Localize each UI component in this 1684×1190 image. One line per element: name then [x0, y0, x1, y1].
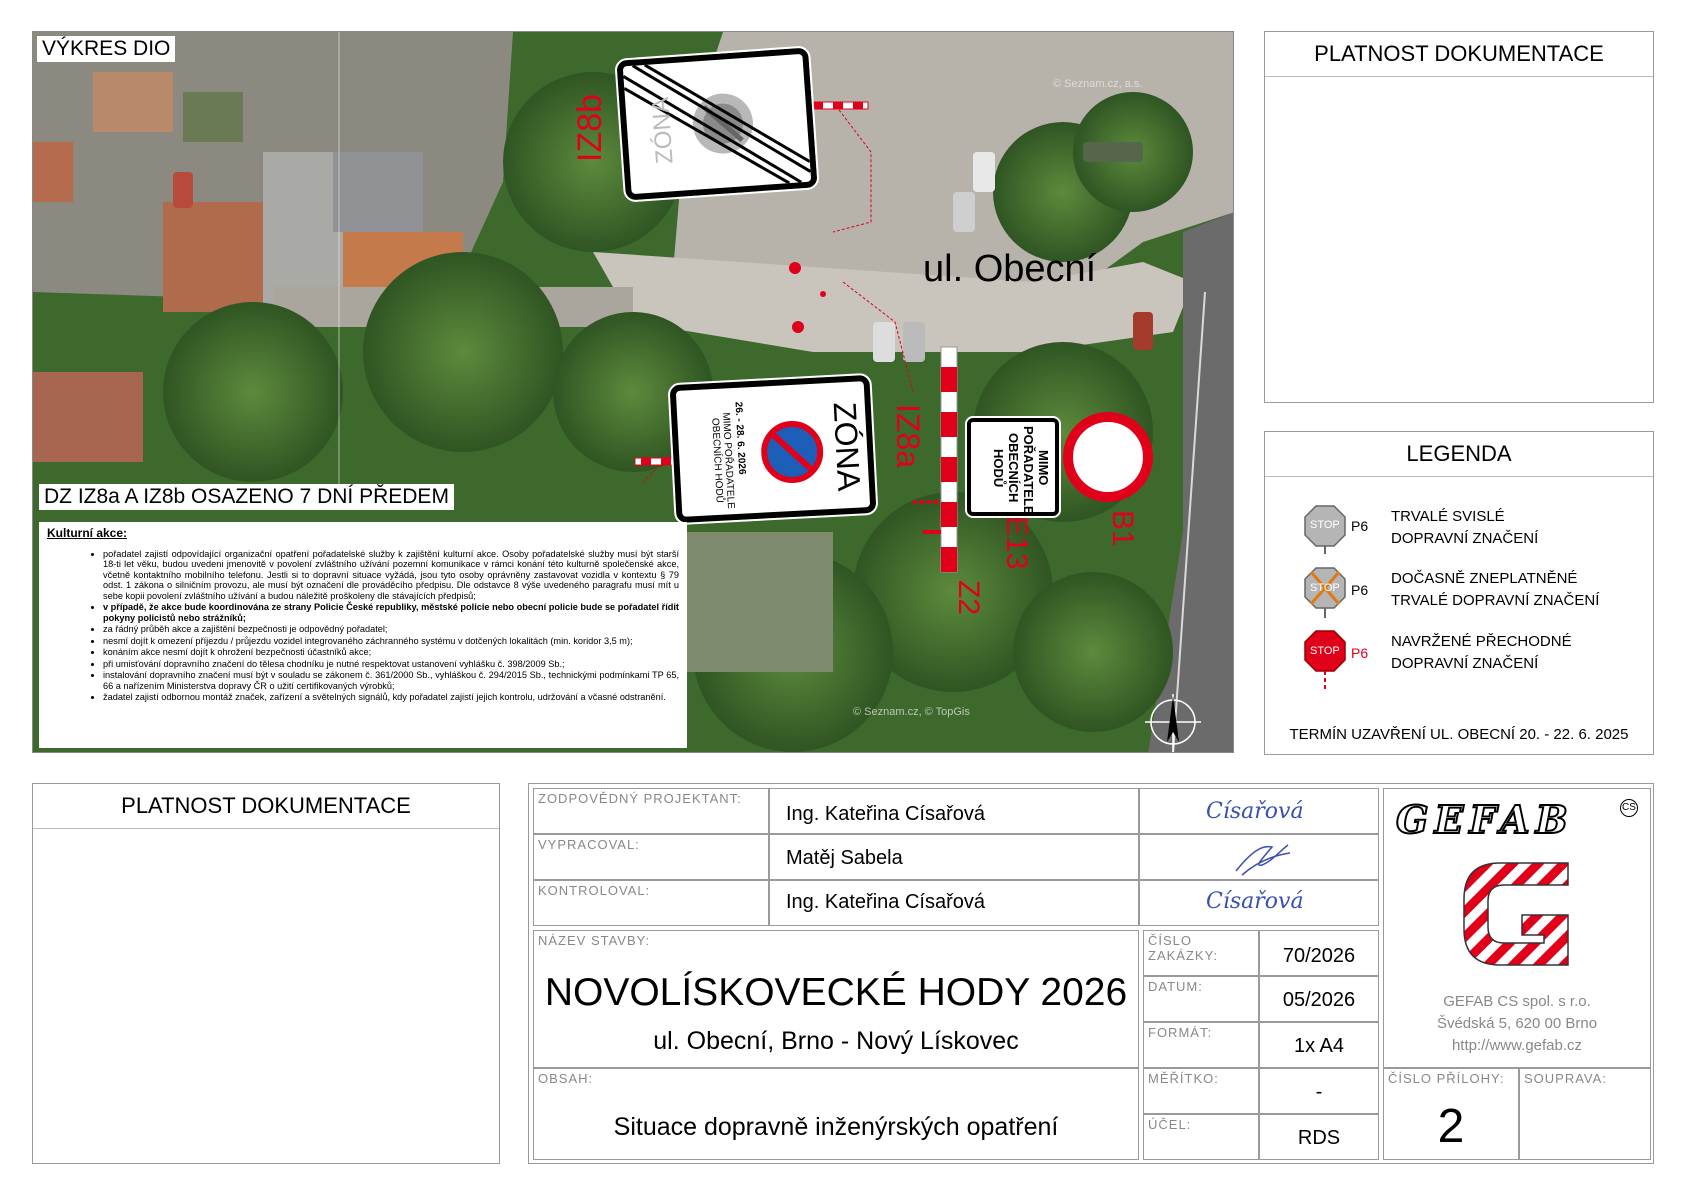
- sign-iz8a-word: ZÓNA: [826, 401, 868, 492]
- projektant-name-cell: Ing. Kateřina Císařová: [769, 788, 1139, 834]
- p6-label: P6: [1351, 645, 1369, 661]
- notes-item: instalování dopravního značení musí být …: [103, 670, 679, 691]
- datum: 05/2026: [1282, 989, 1356, 1011]
- company-logo-text: GEFAB: [1395, 796, 1574, 843]
- legend-title: LEGENDA: [1265, 432, 1653, 477]
- title-block: ZODPOVĚDNÝ PROJEKTANT: Ing. Kateřina Cís…: [528, 783, 1654, 1164]
- company-info: GEFAB CS spol. s r.o. Švédská 5, 620 00 …: [1384, 991, 1650, 1057]
- format-label-cell: FORMÁT:: [1143, 1022, 1259, 1068]
- stop-sign-red-icon: [1304, 630, 1346, 689]
- kontroloval-name: Ing. Kateřina Císařová: [786, 891, 985, 913]
- kontroloval-cell: KONTROLOVAL:: [533, 880, 769, 926]
- company-website[interactable]: http://www.gefab.cz: [1384, 1035, 1650, 1057]
- obsah-cell: OBSAH: Situace dopravně inženýrských opa…: [533, 1068, 1139, 1160]
- legend-item-permanent: TRVALÉ SVISLÉ DOPRAVNÍ ZNAČENÍ: [1391, 508, 1539, 547]
- gefab-logo-icon: [1463, 862, 1569, 966]
- format: 1x A4: [1293, 1035, 1345, 1057]
- situation-map: © Seznam.cz, a.s. © Seznam.cz, © TopGis …: [32, 31, 1234, 753]
- signature: Císařová: [1206, 799, 1304, 824]
- company-block: GEFAB CS GEFAB CS spol. s r.o. Švédská 5…: [1383, 788, 1651, 1068]
- zakazka-value-cell: 70/2026: [1259, 930, 1379, 976]
- notes-heading: Kulturní akce:: [47, 526, 128, 540]
- install-note: DZ IZ8a A IZ8b OSAZENO 7 DNÍ PŘEDEM: [39, 484, 454, 510]
- notes-item: pořadatel zajistí odpovídající organizač…: [103, 549, 679, 602]
- legend-item-cancelled: DOČASNĚ ZNEPLATNĚNÉ TRVALÉ DOPRAVNÍ ZNAČE…: [1391, 570, 1600, 609]
- format-value-cell: 1x A4: [1259, 1022, 1379, 1068]
- signature-cell: [1139, 834, 1379, 880]
- ucel-value-cell: RDS: [1259, 1114, 1379, 1160]
- closure-date: TERMÍN UZAVŘENÍ UL. OBECNÍ 20. - 22. 6. …: [1289, 726, 1629, 743]
- company-logo-sup: CS: [1620, 799, 1638, 817]
- sign-iz8b-code: IZ8b: [571, 93, 609, 162]
- notes-item: žadatel zajistí odbornou montáž značek, …: [103, 692, 679, 703]
- sign-e13-text: MIMO POŘADATELE OBECNÍCH HODŮ: [991, 426, 1051, 515]
- culture-event-notes: Kulturní akce: pořadatel zajistí odpovíd…: [39, 522, 687, 748]
- p6-label: P6: [1351, 582, 1369, 598]
- vypracoval-cell: VYPRACOVAL:: [533, 834, 769, 880]
- projektant-cell: ZODPOVĚDNÝ PROJEKTANT:: [533, 788, 769, 834]
- zakazka: 70/2026: [1282, 945, 1356, 967]
- projektant-name: Ing. Kateřina Císařová: [786, 803, 985, 825]
- datum-label-cell: DATUM:: [1143, 976, 1259, 1022]
- project-subtitle: ul. Obecní, Brno - Nový Lískovec: [653, 1027, 1019, 1055]
- signature: Císařová: [1206, 889, 1304, 914]
- signature-cell: Císařová: [1139, 788, 1379, 834]
- street-name: ul. Obecní: [923, 248, 1097, 290]
- validity-panel-top: PLATNOST DOKUMENTACE: [1264, 31, 1654, 403]
- validity-title: PLATNOST DOKUMENTACE: [1265, 32, 1653, 77]
- zakazka-label-cell: ČÍSLO ZAKÁZKY:: [1143, 930, 1259, 976]
- kontroloval-name-cell: Ing. Kateřina Císařová: [769, 880, 1139, 926]
- vypracoval-name-cell: Matěj Sabela: [769, 834, 1139, 880]
- sign-iz8b: ZÓNA: [614, 45, 820, 203]
- company-address: Švédská 5, 620 00 Brno: [1436, 1015, 1598, 1032]
- stop-text: STOP: [1310, 582, 1340, 594]
- sign-b1-code: B1: [1106, 510, 1139, 547]
- no-parking-icon: [761, 421, 824, 484]
- sign-e13-code: E13: [1000, 516, 1033, 570]
- legend-panel: LEGENDA STOP P6 TRVALÉ SVISLÉ DOPRAVNÍ ZN…: [1264, 431, 1654, 755]
- meritko: -: [1315, 1081, 1323, 1103]
- attachment-number: 2: [1437, 1100, 1465, 1153]
- notes-item: při umisťování dopravního značení do těl…: [103, 659, 679, 670]
- sign-e13: MIMO POŘADATELE OBECNÍCH HODŮ: [965, 416, 1061, 518]
- p6-label: P6: [1351, 518, 1369, 534]
- company-name: GEFAB CS spol. s r.o.: [1443, 993, 1591, 1010]
- map-watermark: © Seznam.cz, a.s.: [1053, 78, 1143, 90]
- signature-cell: Císařová: [1139, 880, 1379, 926]
- sign-iz8a: ZÓNA 26. - 28. 6. 2026 MIMO POŘADATELE O…: [667, 372, 879, 526]
- notes-list: pořadatel zajistí odpovídající organizač…: [47, 549, 679, 703]
- sign-iz8a-code: IZ8a: [890, 404, 926, 469]
- ucel-label-cell: ÚČEL:: [1143, 1114, 1259, 1160]
- notes-item: nesmí dojít k omezení příjezdu / průjezd…: [103, 636, 679, 647]
- legend-item-temporary: NAVRŽENÉ PŘECHODNÉ DOPRAVNÍ ZNAČENÍ: [1391, 633, 1572, 672]
- notes-item: v případě, že akce bude koordinována ze …: [103, 602, 679, 623]
- ucel: RDS: [1297, 1127, 1341, 1149]
- priloha-cell: ČÍSLO PŘÍLOHY: 2: [1383, 1068, 1519, 1160]
- stop-text: STOP: [1310, 645, 1340, 657]
- sign-iz8b-word: ZÓNA: [647, 96, 679, 165]
- validity-panel-bottom: PLATNOST DOKUMENTACE: [32, 783, 500, 1164]
- meritko-label-cell: MĚŘÍTKO:: [1143, 1068, 1259, 1114]
- datum-value-cell: 05/2026: [1259, 976, 1379, 1022]
- notes-item: konáním akce nesmí dojít k ohrožení bezp…: [103, 647, 679, 658]
- signature-scribble: [1235, 844, 1291, 876]
- souprava-cell: SOUPRAVA:: [1519, 1068, 1651, 1160]
- validity-title: PLATNOST DOKUMENTACE: [33, 784, 499, 829]
- project-title: NOVOLÍSKOVECKÉ HODY 2026: [544, 971, 1128, 1014]
- drawing-content: Situace dopravně inženýrských opatření: [613, 1113, 1059, 1141]
- stop-text: STOP: [1310, 519, 1340, 531]
- stavba-cell: NÁZEV STAVBY: NOVOLÍSKOVECKÉ HODY 2026 u…: [533, 930, 1139, 1068]
- sign-z2-code: Z2: [952, 580, 985, 616]
- sign-iz8a-text: MIMO POŘADATELE OBECNÍCH HODŮ: [709, 411, 737, 509]
- no-entry-sign-icon: [1063, 412, 1153, 502]
- notes-item: za řádný průběh akce a zajištění bezpečn…: [103, 624, 679, 635]
- vypracoval-name: Matěj Sabela: [786, 847, 903, 869]
- meritko-value-cell: -: [1259, 1068, 1379, 1114]
- map-watermark: © Seznam.cz, © TopGis: [853, 706, 970, 718]
- drawing-title: VÝKRES DIO: [37, 36, 176, 62]
